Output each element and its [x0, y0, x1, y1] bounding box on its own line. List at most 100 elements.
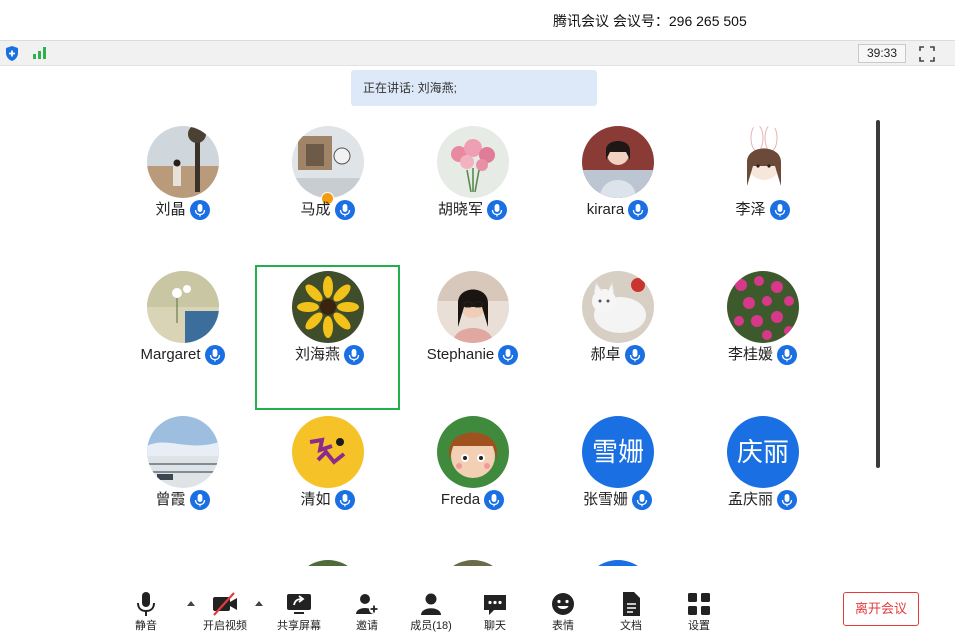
participant-name-row: 清如: [255, 489, 400, 513]
avatar: [437, 271, 509, 343]
participant-name-row: Margaret: [110, 344, 255, 368]
microphone-icon[interactable]: [204, 345, 225, 365]
participant-name-row: 刘晶: [110, 199, 255, 223]
microphone-icon[interactable]: [189, 490, 210, 510]
participant-name-row: 张雪姗: [545, 489, 690, 513]
microphone-icon[interactable]: [189, 200, 210, 220]
participant-name: 马成: [300, 201, 331, 218]
share-screen-icon: [287, 594, 311, 614]
video-off-icon: [213, 592, 237, 616]
chat-button[interactable]: 聊天: [465, 566, 525, 637]
participant-name: Margaret: [140, 346, 201, 363]
avatar: [147, 416, 219, 488]
documents-button[interactable]: 文档: [601, 566, 661, 637]
mute-label: 静音: [135, 620, 157, 632]
participant-name: 孟庆丽: [727, 491, 773, 508]
active-speaker-banner: 正在讲话: 刘海燕;: [351, 70, 597, 106]
members-button[interactable]: 成员(18): [401, 566, 461, 637]
participant-name-row: 马成: [255, 199, 400, 223]
avatar: [727, 126, 799, 198]
microphone-icon[interactable]: [777, 345, 797, 365]
meeting-timer: 39:33: [858, 44, 906, 63]
participant-name-row: kirara: [545, 199, 690, 223]
participant-name: 李桂媛: [727, 346, 773, 363]
shield-icon[interactable]: [4, 45, 20, 62]
participant-tile[interactable]: kirara: [545, 110, 690, 255]
avatar: [292, 126, 364, 198]
participant-tile[interactable]: 雪姗 张雪姗: [545, 400, 690, 545]
reactions-label: 表情: [552, 620, 574, 632]
microphone-icon[interactable]: [487, 200, 507, 220]
window-title: 腾讯会议 会议号：296 265 505: [553, 13, 747, 29]
members-label: 成员(18): [410, 620, 452, 632]
add-user-icon: [356, 594, 379, 614]
caret-up-icon[interactable]: [254, 599, 264, 607]
participant-grid: 刘晶 马成 胡晓军 kirara 李泽 Margaret 刘海燕 Stephan…: [110, 110, 870, 565]
chat-label: 聊天: [484, 620, 506, 632]
mute-button[interactable]: 静音: [116, 566, 176, 637]
signal-strength-icon[interactable]: [32, 46, 48, 60]
participant-tile[interactable]: 刘晶: [110, 110, 255, 255]
participant-name: Freda: [440, 491, 481, 508]
participant-tile[interactable]: 胡晓军: [400, 110, 545, 255]
fullscreen-icon[interactable]: [919, 46, 935, 62]
participant-name-row: 曾霞: [110, 489, 255, 513]
microphone-icon[interactable]: [769, 200, 790, 220]
microphone-icon[interactable]: [334, 490, 355, 510]
participant-name-row: Freda: [400, 489, 545, 513]
participant-tile[interactable]: 郝卓: [545, 255, 690, 400]
start-video-button[interactable]: 开启视频: [195, 566, 255, 637]
participant-tile[interactable]: Freda: [400, 400, 545, 545]
participant-name: 刘海燕: [294, 346, 340, 363]
leave-meeting-button[interactable]: 离开会议: [843, 592, 919, 626]
microphone-icon: [137, 592, 155, 616]
settings-button[interactable]: 设置: [669, 566, 729, 637]
participant-name: 刘晶: [155, 201, 186, 218]
participant-name: 张雪姗: [582, 491, 628, 508]
participant-tile[interactable]: 李泽: [690, 110, 835, 255]
documents-label: 文档: [620, 620, 642, 632]
participant-tile[interactable]: 李桂媛: [690, 255, 835, 400]
participant-tile[interactable]: 庆丽 孟庆丽: [690, 400, 835, 545]
microphone-icon[interactable]: [344, 345, 364, 365]
participant-tile[interactable]: 清如: [255, 400, 400, 545]
avatar: [437, 126, 509, 198]
participant-name-row: 胡晓军: [400, 199, 545, 223]
avatar: [147, 271, 219, 343]
participant-name-row: 孟庆丽: [690, 489, 835, 513]
avatar: [147, 126, 219, 198]
microphone-icon[interactable]: [484, 490, 505, 510]
avatar: [292, 271, 364, 343]
participant-tile[interactable]: 曾霞: [110, 400, 255, 545]
microphone-icon[interactable]: [628, 200, 649, 220]
grid-scrollbar[interactable]: [876, 120, 880, 468]
members-icon: [421, 593, 441, 615]
microphone-icon[interactable]: [334, 200, 355, 220]
invite-button[interactable]: 邀请: [337, 566, 397, 637]
participant-name-row: Stephanie: [400, 344, 545, 368]
participant-name: kirara: [586, 201, 625, 218]
grid-icon: [688, 593, 710, 615]
document-icon: [623, 592, 640, 616]
active-speaker-tile[interactable]: 刘海燕: [255, 265, 400, 410]
microphone-icon[interactable]: [498, 345, 519, 365]
reactions-button[interactable]: 表情: [533, 566, 593, 637]
microphone-icon[interactable]: [777, 490, 797, 510]
participant-tile[interactable]: 马成: [255, 110, 400, 255]
participant-tile[interactable]: Stephanie: [400, 255, 545, 400]
participant-tile[interactable]: Margaret: [110, 255, 255, 400]
microphone-icon[interactable]: [624, 345, 645, 365]
participant-name-row: 李桂媛: [690, 344, 835, 368]
avatar: [582, 271, 654, 343]
settings-label: 设置: [688, 620, 710, 632]
chat-icon: [484, 595, 506, 615]
participant-name-row: 郝卓: [545, 344, 690, 368]
share-screen-button[interactable]: 共享屏幕: [269, 566, 329, 637]
status-bar: 39:33: [0, 40, 955, 66]
participant-name-row: 刘海燕: [257, 344, 402, 368]
meeting-toolbar: 静音 开启视频 共享屏幕 邀请 成员(18) 聊天 表情 文档 设置 离开会议: [0, 566, 955, 637]
participant-name: 李泽: [735, 201, 766, 218]
invite-label: 邀请: [356, 620, 378, 632]
microphone-icon[interactable]: [632, 490, 652, 510]
share-screen-label: 共享屏幕: [277, 620, 321, 632]
